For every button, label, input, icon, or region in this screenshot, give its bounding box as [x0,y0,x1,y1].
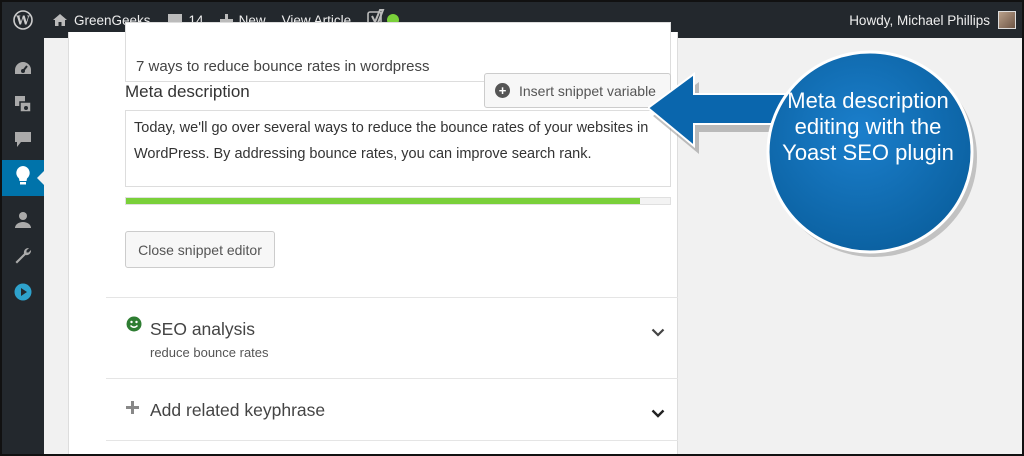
svg-text:W: W [15,14,30,28]
play-icon [14,283,32,306]
plus-circle-icon: + [495,83,510,98]
callout-text: Meta description editing with the Yoast … [782,88,954,165]
section-divider [106,440,691,441]
meta-length-progress [125,197,671,205]
screenshot-frame: W GreenGeeks 14 New View Article Howdy, … [0,0,1024,456]
home-icon [52,13,68,27]
comments-menu[interactable] [2,124,44,160]
related-keyphrase-title: Add related keyphrase [150,400,326,420]
close-snippet-label: Close snippet editor [138,241,262,258]
admin-sidebar [2,38,44,454]
howdy-text: Howdy, Michael Phillips [849,12,990,28]
meta-description-label: Meta description [125,82,250,101]
chevron-down-icon [651,324,665,342]
comments-icon [14,131,32,153]
avatar [998,11,1016,29]
wrench-icon [14,247,32,270]
yoast-seo-menu[interactable] [2,160,44,196]
media-icon [13,94,33,119]
dashboard-menu[interactable] [2,52,44,88]
meta-length-progress-fill [126,198,641,204]
tools-menu[interactable] [2,240,44,276]
yoast-editor-panel: 7 ways to reduce bounce rates in wordpre… [68,22,691,454]
close-snippet-editor-button[interactable]: Close snippet editor [125,231,275,268]
users-menu[interactable] [2,204,44,240]
lightbulb-icon [16,165,30,191]
insert-snippet-variable-button[interactable]: + Insert snippet variable [484,73,671,108]
video-menu[interactable] [2,276,44,312]
callout-annotation: Meta description editing with the Yoast … [646,48,978,258]
meta-description-text: Today, we'll go over several ways to red… [134,120,649,162]
seo-analysis-title: SEO analysis [150,319,256,339]
account-menu[interactable]: Howdy, Michael Phillips [841,2,1022,38]
insert-snippet-label: Insert snippet variable [519,82,656,99]
seo-analysis-keyphrase: reduce bounce rates [150,345,269,360]
smiley-icon [126,316,142,337]
wordpress-logo-icon[interactable]: W [2,2,44,38]
left-gutter [44,38,68,454]
chevron-down-icon [651,405,665,423]
user-icon [14,211,32,234]
plus-icon [126,401,139,419]
media-menu[interactable] [2,88,44,124]
seo-title-value: 7 ways to reduce bounce rates in wordpre… [136,58,430,75]
meta-description-textarea[interactable]: Today, we'll go over several ways to red… [125,110,671,187]
dashboard-icon [13,60,33,81]
seo-analysis-section[interactable]: SEO analysis reduce bounce rates [106,297,691,378]
related-keyphrase-section[interactable]: Add related keyphrase [106,378,691,440]
